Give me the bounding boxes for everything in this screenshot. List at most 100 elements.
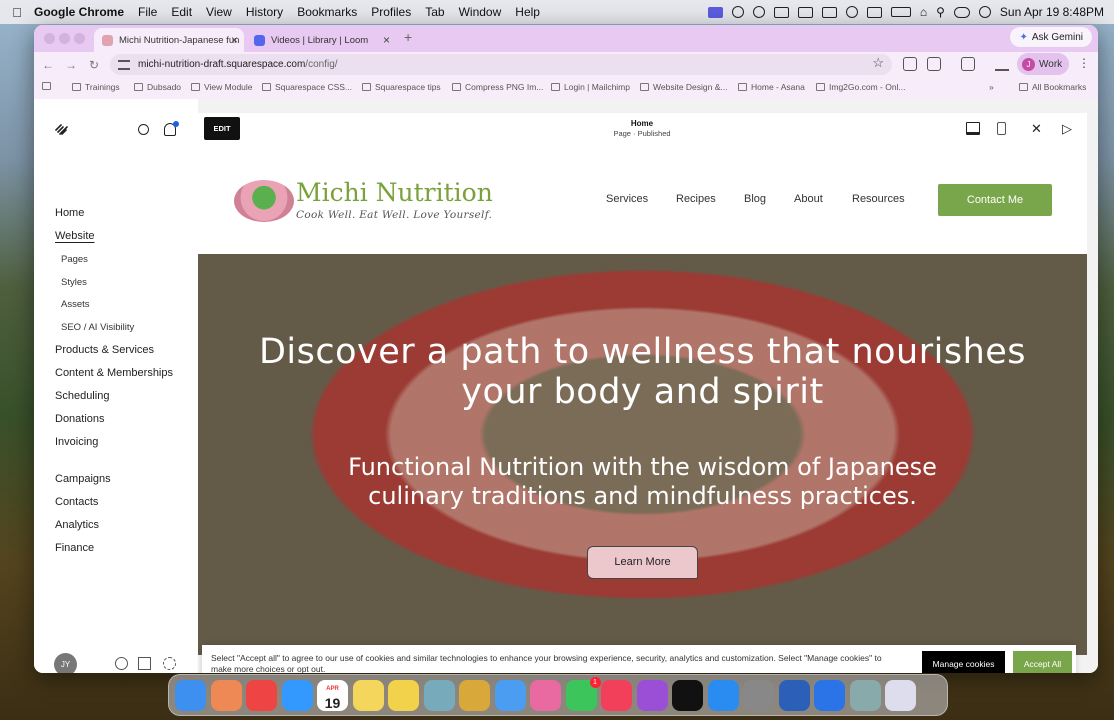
manage-cookies-button[interactable]: Manage cookies — [922, 651, 1005, 673]
site-nav-blog[interactable]: Blog — [744, 193, 766, 205]
apps-shortcut-icon[interactable] — [42, 82, 51, 90]
chrome-icon[interactable] — [246, 680, 277, 711]
close-window-icon[interactable] — [44, 33, 55, 44]
contact-me-button[interactable]: Contact Me — [938, 184, 1052, 216]
menu-file[interactable]: File — [138, 5, 157, 19]
bookmark-dubsado[interactable]: Dubsado — [134, 82, 181, 92]
screen-app-icon[interactable] — [849, 680, 881, 711]
menu-window[interactable]: Window — [459, 5, 502, 19]
notes-icon[interactable] — [352, 680, 384, 711]
menu-profiles[interactable]: Profiles — [371, 5, 411, 19]
bookmark-mailchimp[interactable]: Login | Mailchimp — [551, 82, 630, 92]
bookmark-trainings[interactable]: Trainings — [72, 82, 120, 92]
sidebar-item-scheduling[interactable]: Scheduling — [55, 390, 109, 402]
sidebar-item-contacts[interactable]: Contacts — [55, 496, 98, 508]
site-info-icon[interactable] — [118, 59, 130, 70]
site-logo-text[interactable]: Michi Nutrition — [296, 178, 493, 207]
side-panel-icon[interactable] — [961, 57, 975, 71]
keynote-icon[interactable] — [459, 680, 490, 711]
appstore-icon[interactable] — [707, 680, 739, 711]
bookmark-compress-png[interactable]: Compress PNG Im... — [452, 82, 543, 92]
bookmark-asana[interactable]: Home - Asana — [738, 82, 805, 92]
forward-icon[interactable]: → — [61, 55, 81, 75]
bowl-logo-icon[interactable] — [234, 180, 294, 222]
stickies-icon[interactable] — [388, 680, 419, 711]
sidebar-item-seo[interactable]: SEO / AI Visibility — [61, 322, 134, 333]
close-tab-icon[interactable]: × — [231, 33, 238, 47]
menu-edit[interactable]: Edit — [171, 5, 192, 19]
menu-help[interactable]: Help — [515, 5, 540, 19]
zoom-window-icon[interactable] — [74, 33, 85, 44]
appletv-icon[interactable] — [672, 680, 703, 711]
trash-icon[interactable] — [885, 680, 916, 711]
design-brush-icon[interactable]: ✕ — [1031, 122, 1045, 135]
menubar-clock[interactable]: Sun Apr 19 8:48PM — [1000, 5, 1104, 19]
site-nav-recipes[interactable]: Recipes — [676, 193, 716, 205]
menu-app-name[interactable]: Google Chrome — [34, 5, 124, 19]
tab-loom[interactable]: Videos | Library | Loom × — [246, 28, 396, 52]
cloud-icon[interactable] — [797, 6, 813, 18]
reload-icon[interactable]: ↻ — [84, 55, 104, 75]
accept-all-button[interactable]: Accept All — [1013, 651, 1072, 673]
sidebar-item-donations[interactable]: Donations — [55, 413, 105, 425]
battery-icon[interactable] — [890, 7, 911, 17]
avatar[interactable]: JY — [54, 653, 77, 673]
menu-bookmarks[interactable]: Bookmarks — [297, 5, 357, 19]
bookmark-view-module[interactable]: View Module — [191, 82, 253, 92]
finder-icon[interactable] — [175, 680, 206, 711]
sidebar-item-styles[interactable]: Styles — [61, 277, 87, 288]
bookmark-img2go[interactable]: Img2Go.com - Onl... — [816, 82, 906, 92]
sidebar-item-assets[interactable]: Assets — [61, 299, 90, 310]
site-nav-services[interactable]: Services — [606, 193, 648, 205]
bookmark-squarespace-css[interactable]: Squarespace CSS... — [262, 82, 352, 92]
sidebar-item-products[interactable]: Products & Services — [55, 344, 154, 356]
sidebar-item-content[interactable]: Content & Memberships — [55, 367, 173, 379]
settings-icon[interactable] — [743, 680, 774, 711]
display-icon[interactable] — [821, 6, 837, 18]
new-tab-button[interactable]: + — [404, 29, 412, 45]
preview-icon[interactable] — [423, 680, 455, 711]
site-nav-about[interactable]: About — [794, 193, 823, 205]
sidebar-item-analytics[interactable]: Analytics — [55, 519, 99, 531]
close-tab-icon[interactable]: × — [383, 33, 390, 47]
mirroring-icon[interactable] — [866, 6, 882, 18]
calendar-icon[interactable]: APR 19 — [317, 680, 348, 711]
bookmark-website-design[interactable]: Website Design &... — [640, 82, 728, 92]
photos-icon[interactable] — [530, 680, 561, 711]
gear-app-icon[interactable] — [814, 680, 845, 711]
back-icon[interactable]: ← — [38, 55, 58, 75]
spotlight-icon[interactable]: ⚲ — [936, 5, 945, 19]
notes-status-icon[interactable] — [773, 6, 789, 18]
sidebar-item-website[interactable]: Website — [55, 230, 95, 242]
podcasts-icon[interactable] — [636, 680, 668, 711]
sidebar-item-home[interactable]: Home — [55, 207, 84, 219]
bookmarks-overflow-icon[interactable]: » — [989, 82, 994, 92]
preview-play-icon[interactable]: ▷ — [1062, 122, 1076, 135]
tab-michi-nutrition[interactable]: Michi Nutrition-Japanese fun × — [94, 28, 244, 52]
siri-icon[interactable] — [978, 6, 991, 18]
menu-view[interactable]: View — [206, 5, 232, 19]
launchpad-icon[interactable] — [210, 680, 242, 711]
sidebar-item-finance[interactable]: Finance — [55, 542, 94, 554]
airdrop-icon[interactable] — [752, 6, 765, 18]
chrome-menu-icon[interactable]: ⋮ — [1078, 56, 1090, 70]
mail-icon[interactable] — [494, 680, 526, 711]
squarespace-logo-icon[interactable] — [54, 123, 69, 136]
extensions-icon[interactable] — [927, 57, 941, 71]
wifi-icon[interactable]: ⌂ — [920, 5, 927, 19]
mobile-view-icon[interactable] — [997, 122, 1006, 135]
sidebar-item-campaigns[interactable]: Campaigns — [55, 473, 111, 485]
bookmark-squarespace-tips[interactable]: Squarespace tips — [362, 82, 441, 92]
menu-tab[interactable]: Tab — [425, 5, 444, 19]
bookmark-star-icon[interactable]: ☆ — [872, 55, 884, 71]
help-icon[interactable] — [115, 657, 128, 670]
all-bookmarks[interactable]: All Bookmarks — [1019, 82, 1086, 92]
apps-grid-icon[interactable] — [903, 57, 917, 71]
safari-icon[interactable] — [281, 680, 313, 711]
edit-button[interactable]: EDIT — [204, 117, 240, 140]
desktop-view-icon[interactable] — [966, 122, 980, 135]
menu-history[interactable]: History — [246, 5, 283, 19]
learn-more-button[interactable]: Learn More — [587, 546, 698, 579]
word-icon[interactable] — [778, 680, 810, 711]
apple-menu-icon[interactable]:  — [0, 5, 34, 20]
